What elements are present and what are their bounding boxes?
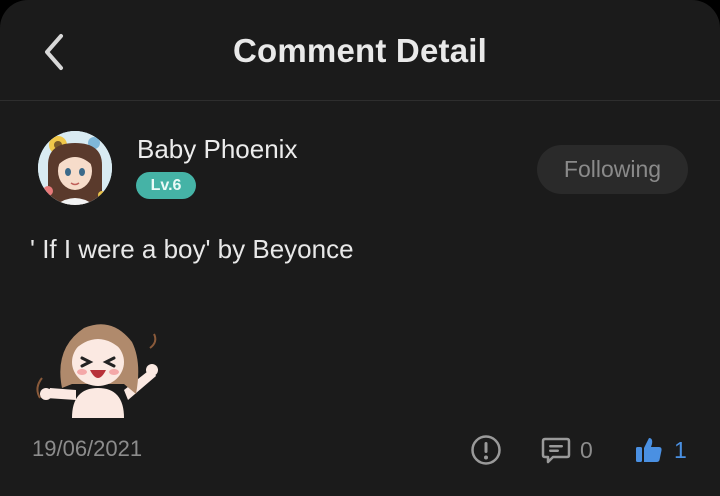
level-badge: Lv.6: [136, 172, 196, 199]
exclamation-circle-icon: [471, 435, 501, 465]
comment-count: 0: [580, 436, 593, 463]
comment-text: ' If I were a boy' by Beyonce: [30, 234, 354, 264]
report-button[interactable]: [468, 432, 504, 468]
like-button[interactable]: 1: [634, 432, 687, 468]
like-count: 1: [674, 436, 687, 463]
comment-date: 19/06/2021: [32, 436, 143, 461]
author-name[interactable]: Baby Phoenix: [137, 134, 297, 165]
avatar-image: [38, 131, 112, 205]
following-button[interactable]: Following: [537, 145, 688, 194]
comment-detail-sheet: Comment Detail Baby Phoenix Lv.6 Followi…: [0, 0, 720, 496]
comment-button[interactable]: 0: [540, 432, 593, 468]
anime-girl-sticker: [32, 318, 164, 418]
page-title: Comment Detail: [232, 32, 487, 69]
comment-icon: [541, 437, 571, 464]
header-bar: Comment Detail: [0, 0, 720, 101]
thumbs-up-icon: [636, 438, 662, 462]
avatar[interactable]: [38, 131, 112, 205]
